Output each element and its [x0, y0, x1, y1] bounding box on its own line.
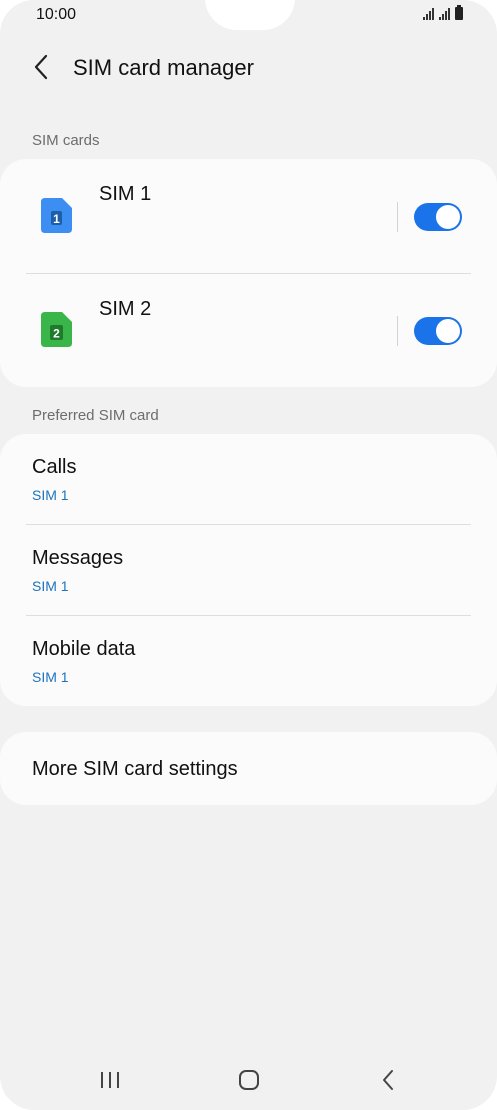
preferred-mobile-data-row[interactable]: Mobile data SIM 1	[0, 616, 497, 706]
sim-name: SIM 2	[99, 298, 152, 320]
home-icon	[239, 1070, 259, 1090]
svg-text:1: 1	[53, 212, 60, 226]
home-button[interactable]	[229, 1064, 269, 1096]
sim-cards-card: 1 SIM 1 2 SIM 2	[0, 159, 497, 387]
section-label-preferred-sim: Preferred SIM card	[32, 407, 159, 424]
back-button[interactable]	[26, 52, 56, 82]
recent-apps-button[interactable]	[90, 1064, 130, 1096]
status-icons	[423, 5, 463, 20]
sim-1-toggle[interactable]	[414, 203, 462, 231]
sim-row-2[interactable]: 2 SIM 2	[0, 273, 497, 387]
status-time: 10:00	[36, 6, 77, 23]
app-header: SIM card manager	[0, 44, 497, 92]
row-title: Calls	[32, 456, 77, 478]
more-sim-settings-label: More SIM card settings	[32, 758, 238, 780]
toggle-knob	[435, 204, 461, 230]
phone-screen: 10:00 SIM card manager SIM cards 1 SIM 1…	[0, 0, 497, 1110]
recent-apps-icon	[101, 1072, 119, 1088]
page-title: SIM card manager	[73, 55, 254, 80]
sim-card-2-icon: 2	[41, 312, 72, 347]
signal-1-icon	[423, 7, 434, 20]
nav-back-button[interactable]	[368, 1064, 408, 1096]
divider	[397, 202, 398, 232]
row-title: Messages	[32, 547, 124, 569]
row-value: SIM 1	[32, 669, 69, 685]
row-value: SIM 1	[32, 578, 69, 594]
row-title: Mobile data	[32, 638, 136, 660]
section-label-sim-cards: SIM cards	[32, 132, 100, 149]
more-sim-settings-card[interactable]: More SIM card settings	[0, 732, 497, 805]
sim-2-toggle[interactable]	[414, 317, 462, 345]
svg-text:2: 2	[53, 327, 60, 341]
preferred-sim-card: Calls SIM 1 Messages SIM 1 Mobile data S…	[0, 434, 497, 706]
status-bar: 10:00	[0, 0, 497, 32]
back-icon	[383, 1070, 393, 1090]
row-value: SIM 1	[32, 487, 69, 503]
preferred-calls-row[interactable]: Calls SIM 1	[0, 434, 497, 524]
sim-name: SIM 1	[99, 183, 152, 205]
chevron-left-icon	[34, 54, 48, 80]
signal-2-icon	[439, 7, 450, 20]
preferred-messages-row[interactable]: Messages SIM 1	[0, 525, 497, 615]
toggle-knob	[435, 318, 461, 344]
sim-row-1[interactable]: 1 SIM 1	[0, 159, 497, 273]
sim-card-1-icon: 1	[41, 198, 72, 233]
divider	[397, 316, 398, 346]
navigation-bar	[0, 1050, 497, 1110]
battery-icon	[455, 5, 463, 20]
